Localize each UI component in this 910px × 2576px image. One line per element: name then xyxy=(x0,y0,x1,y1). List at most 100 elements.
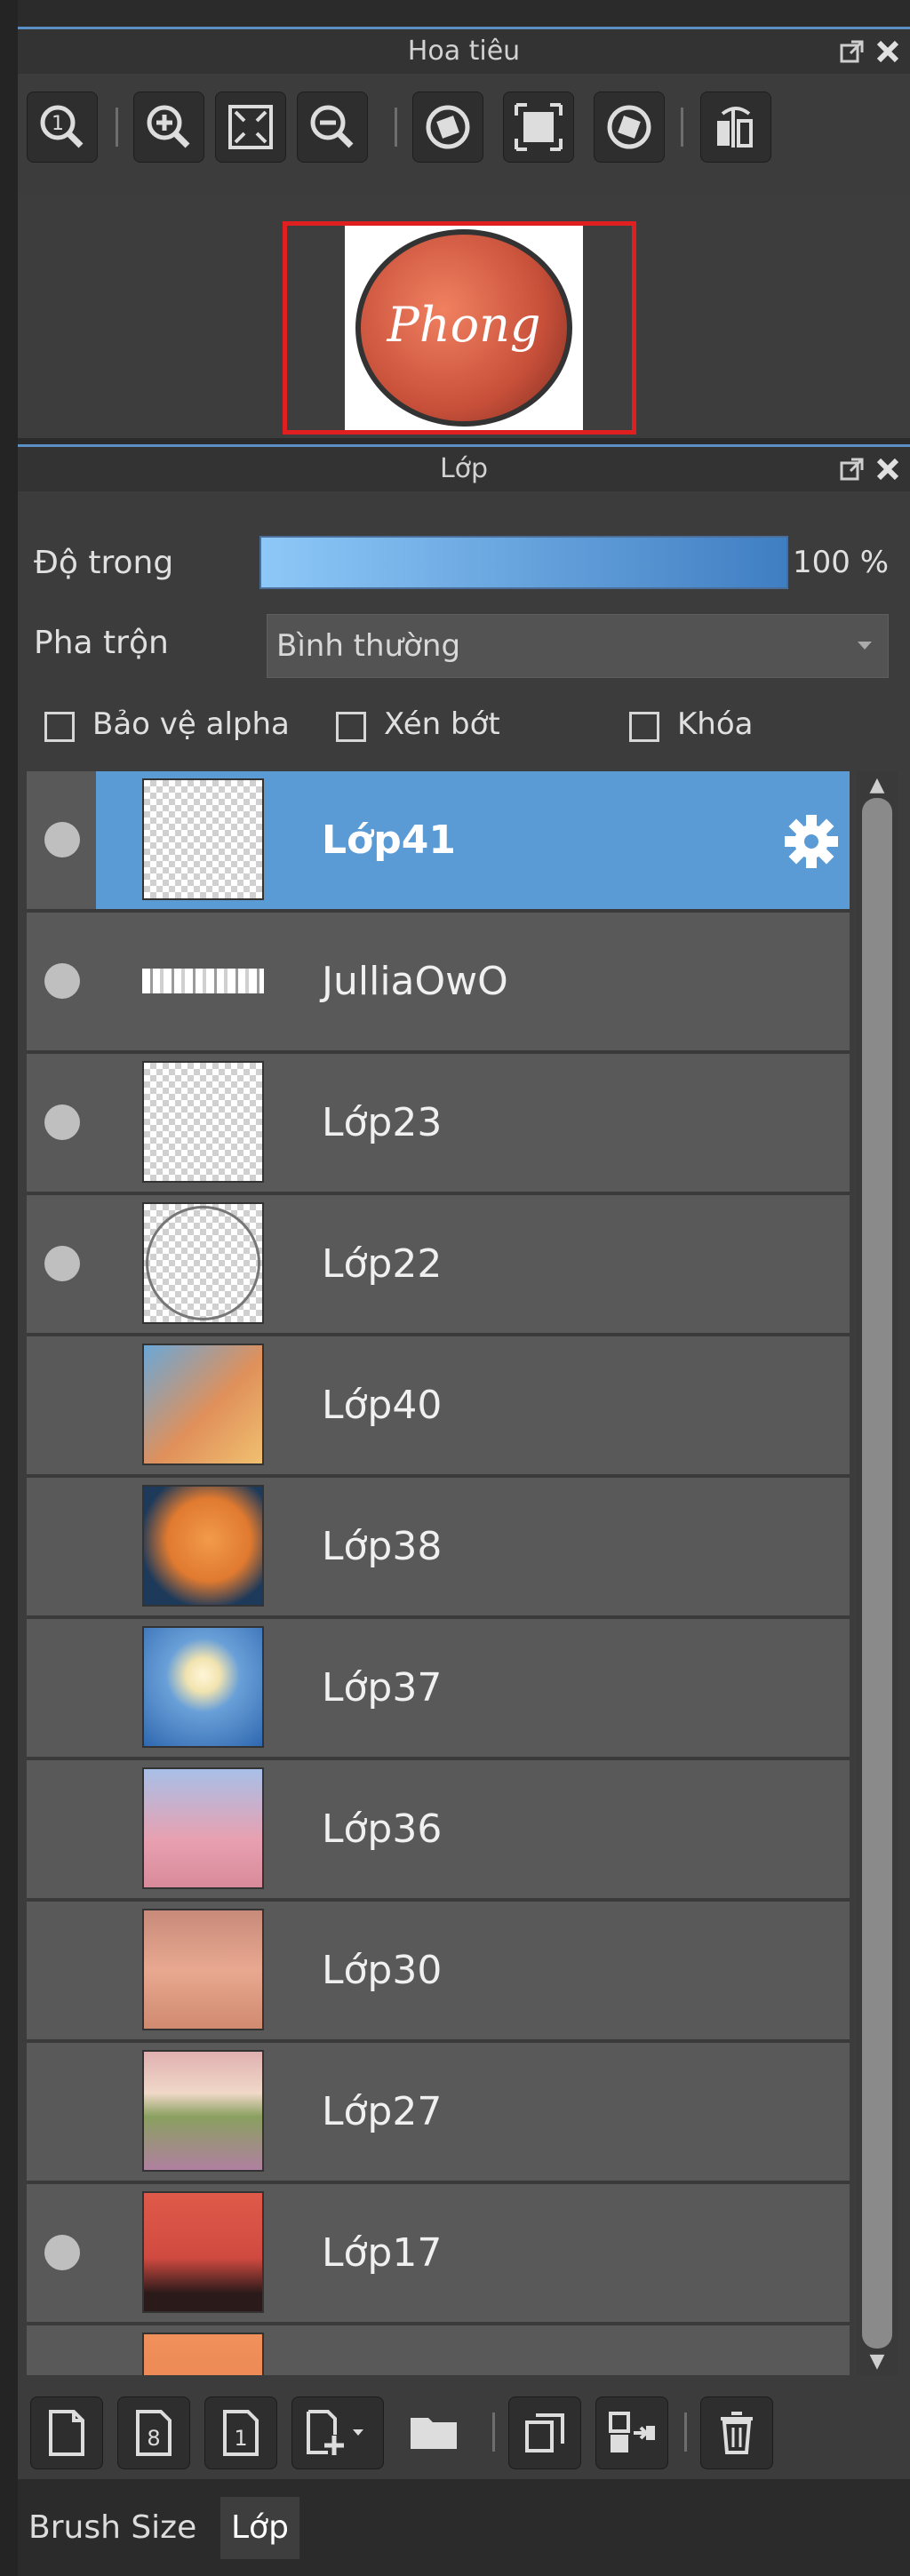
zoom-actual-icon[interactable]: 1 xyxy=(27,92,98,163)
toolbar-separator xyxy=(681,108,683,147)
scroll-thumb[interactable] xyxy=(862,798,892,2349)
toolbar-separator xyxy=(684,2413,687,2452)
layer-name: JulliaOwO xyxy=(322,959,508,1004)
gear-icon[interactable] xyxy=(782,812,841,871)
layer-name: Lớp40 xyxy=(322,1383,443,1428)
toolbar-separator xyxy=(395,108,397,147)
opacity-value: 100 % xyxy=(793,545,890,580)
rotate-right-icon[interactable] xyxy=(594,92,665,163)
layer-thumbnail xyxy=(142,2333,264,2375)
svg-text:1: 1 xyxy=(52,113,64,135)
layer-thumbnail xyxy=(142,1767,264,1889)
blend-mode-select[interactable]: Bình thường xyxy=(267,614,889,678)
opacity-label: Độ trong xyxy=(34,545,174,581)
layer-name: Lớp23 xyxy=(322,1100,443,1145)
flip-icon[interactable] xyxy=(700,92,771,163)
layer-row[interactable]: Lớp17 xyxy=(27,2184,850,2325)
toolbar-separator xyxy=(492,2413,495,2452)
layer-thumbnail xyxy=(142,1344,264,1465)
layer-thumbnail xyxy=(142,1061,264,1183)
layer-row[interactable]: Lớp14 xyxy=(27,2325,850,2375)
layer-row[interactable]: Lớp30 xyxy=(27,1902,850,2043)
navigator-canvas-preview: Phong xyxy=(345,226,583,430)
layer-row[interactable]: Lớp36 xyxy=(27,1760,850,1902)
layer-row[interactable]: Lớp23 xyxy=(27,1054,850,1195)
layer-name: Lớp41 xyxy=(322,817,456,863)
svg-text:1: 1 xyxy=(234,2426,247,2451)
toolbar-separator xyxy=(116,108,118,147)
layer-row[interactable]: JulliaOwO xyxy=(27,913,850,1054)
navigator-header: Hoa tiêu xyxy=(18,29,910,74)
navigator-title: Hoa tiêu xyxy=(407,36,521,67)
visibility-eye-icon[interactable] xyxy=(44,1246,80,1281)
fit-screen-icon[interactable] xyxy=(215,92,286,163)
popout-icon[interactable] xyxy=(839,456,866,483)
close-icon[interactable] xyxy=(874,456,901,483)
opacity-slider[interactable] xyxy=(259,536,788,589)
layer-thumbnail xyxy=(142,1485,264,1607)
add-layer-menu-icon[interactable] xyxy=(291,2397,384,2469)
chevron-down-icon xyxy=(858,642,872,650)
layer-list[interactable]: Lớp41 JulliaOwO Lớp23 Lớp22 Lớp40 Lớp38 … xyxy=(27,771,850,2375)
tab-layers[interactable]: Lớp xyxy=(220,2497,299,2559)
navigator-panel: Hoa tiêu 1 Phong xyxy=(18,27,910,438)
layer-thumbnail xyxy=(142,920,264,1041)
blend-mode-value: Bình thường xyxy=(276,628,461,664)
tab-brush-size[interactable]: Brush Size xyxy=(18,2497,207,2559)
zoom-in-icon[interactable] xyxy=(133,92,204,163)
layer-panel-header: Lớp xyxy=(18,447,910,491)
protect-alpha-checkbox[interactable] xyxy=(44,712,75,742)
visibility-eye-icon[interactable] xyxy=(44,822,80,857)
preview-logo-text: Phong xyxy=(387,297,541,353)
delete-icon[interactable] xyxy=(700,2397,773,2469)
layer-name: Lớp14 xyxy=(322,2325,442,2375)
layer-row[interactable]: Lớp40 xyxy=(27,1336,850,1478)
lock-checkbox[interactable] xyxy=(629,712,659,742)
clipping-checkbox[interactable] xyxy=(336,712,366,742)
layer-thumbnail xyxy=(142,2050,264,2172)
protect-alpha-label: Bảo vệ alpha xyxy=(92,706,290,742)
layer-name: Lớp37 xyxy=(322,1665,443,1711)
blend-mode-label: Pha trộn xyxy=(34,625,169,661)
scroll-up-icon[interactable]: ▲ xyxy=(862,774,892,797)
duplicate-icon[interactable] xyxy=(508,2397,581,2469)
fit-window-icon[interactable] xyxy=(503,92,574,163)
visibility-eye-icon[interactable] xyxy=(44,963,80,999)
layer-row[interactable]: Lớp38 xyxy=(27,1478,850,1619)
layer-name: Lớp27 xyxy=(322,2089,443,2134)
clipping-label: Xén bớt xyxy=(384,706,500,742)
layer-thumbnail xyxy=(142,1626,264,1748)
layer-thumbnail xyxy=(142,1909,264,2030)
rotate-left-icon[interactable] xyxy=(412,92,483,163)
close-icon[interactable] xyxy=(874,38,901,65)
layer-name: Lớp30 xyxy=(322,1948,443,1993)
new-layer-icon[interactable] xyxy=(30,2397,103,2469)
layer-row[interactable]: Lớp27 xyxy=(27,2043,850,2184)
window-left-edge xyxy=(0,0,18,2576)
svg-text:8: 8 xyxy=(147,2426,160,2451)
layer-name: Lớp17 xyxy=(322,2230,443,2276)
new-1bit-layer-icon[interactable]: 1 xyxy=(204,2397,277,2469)
new-8bit-layer-icon[interactable]: 8 xyxy=(117,2397,190,2469)
scroll-down-icon[interactable]: ▼ xyxy=(862,2350,892,2373)
layer-panel: Lớp Độ trong 100 % Pha trộn Bình thường … xyxy=(18,444,910,2482)
layer-row[interactable]: Lớp41 xyxy=(27,771,850,913)
folder-icon[interactable] xyxy=(398,2397,471,2469)
merge-down-icon[interactable] xyxy=(595,2397,668,2469)
layer-row[interactable]: Lớp22 xyxy=(27,1195,850,1336)
visibility-eye-icon[interactable] xyxy=(44,2235,80,2270)
visibility-eye-icon[interactable] xyxy=(44,1105,80,1140)
zoom-out-icon[interactable] xyxy=(297,92,368,163)
layer-thumbnail xyxy=(142,1202,264,1324)
navigator-viewport-frame[interactable]: Phong xyxy=(283,221,636,435)
layer-thumbnail xyxy=(142,778,264,900)
layer-row[interactable]: Lớp37 xyxy=(27,1619,850,1760)
panel-tab-bar: Brush Size Lớp xyxy=(18,2479,910,2576)
layer-name: Lớp38 xyxy=(322,1524,443,1569)
layer-panel-title: Lớp xyxy=(439,453,489,484)
layer-name: Lớp36 xyxy=(322,1806,443,1852)
layer-thumbnail xyxy=(142,2191,264,2313)
lock-label: Khóa xyxy=(677,706,754,742)
popout-icon[interactable] xyxy=(839,38,866,65)
navigator-preview-area: Phong xyxy=(18,194,910,438)
